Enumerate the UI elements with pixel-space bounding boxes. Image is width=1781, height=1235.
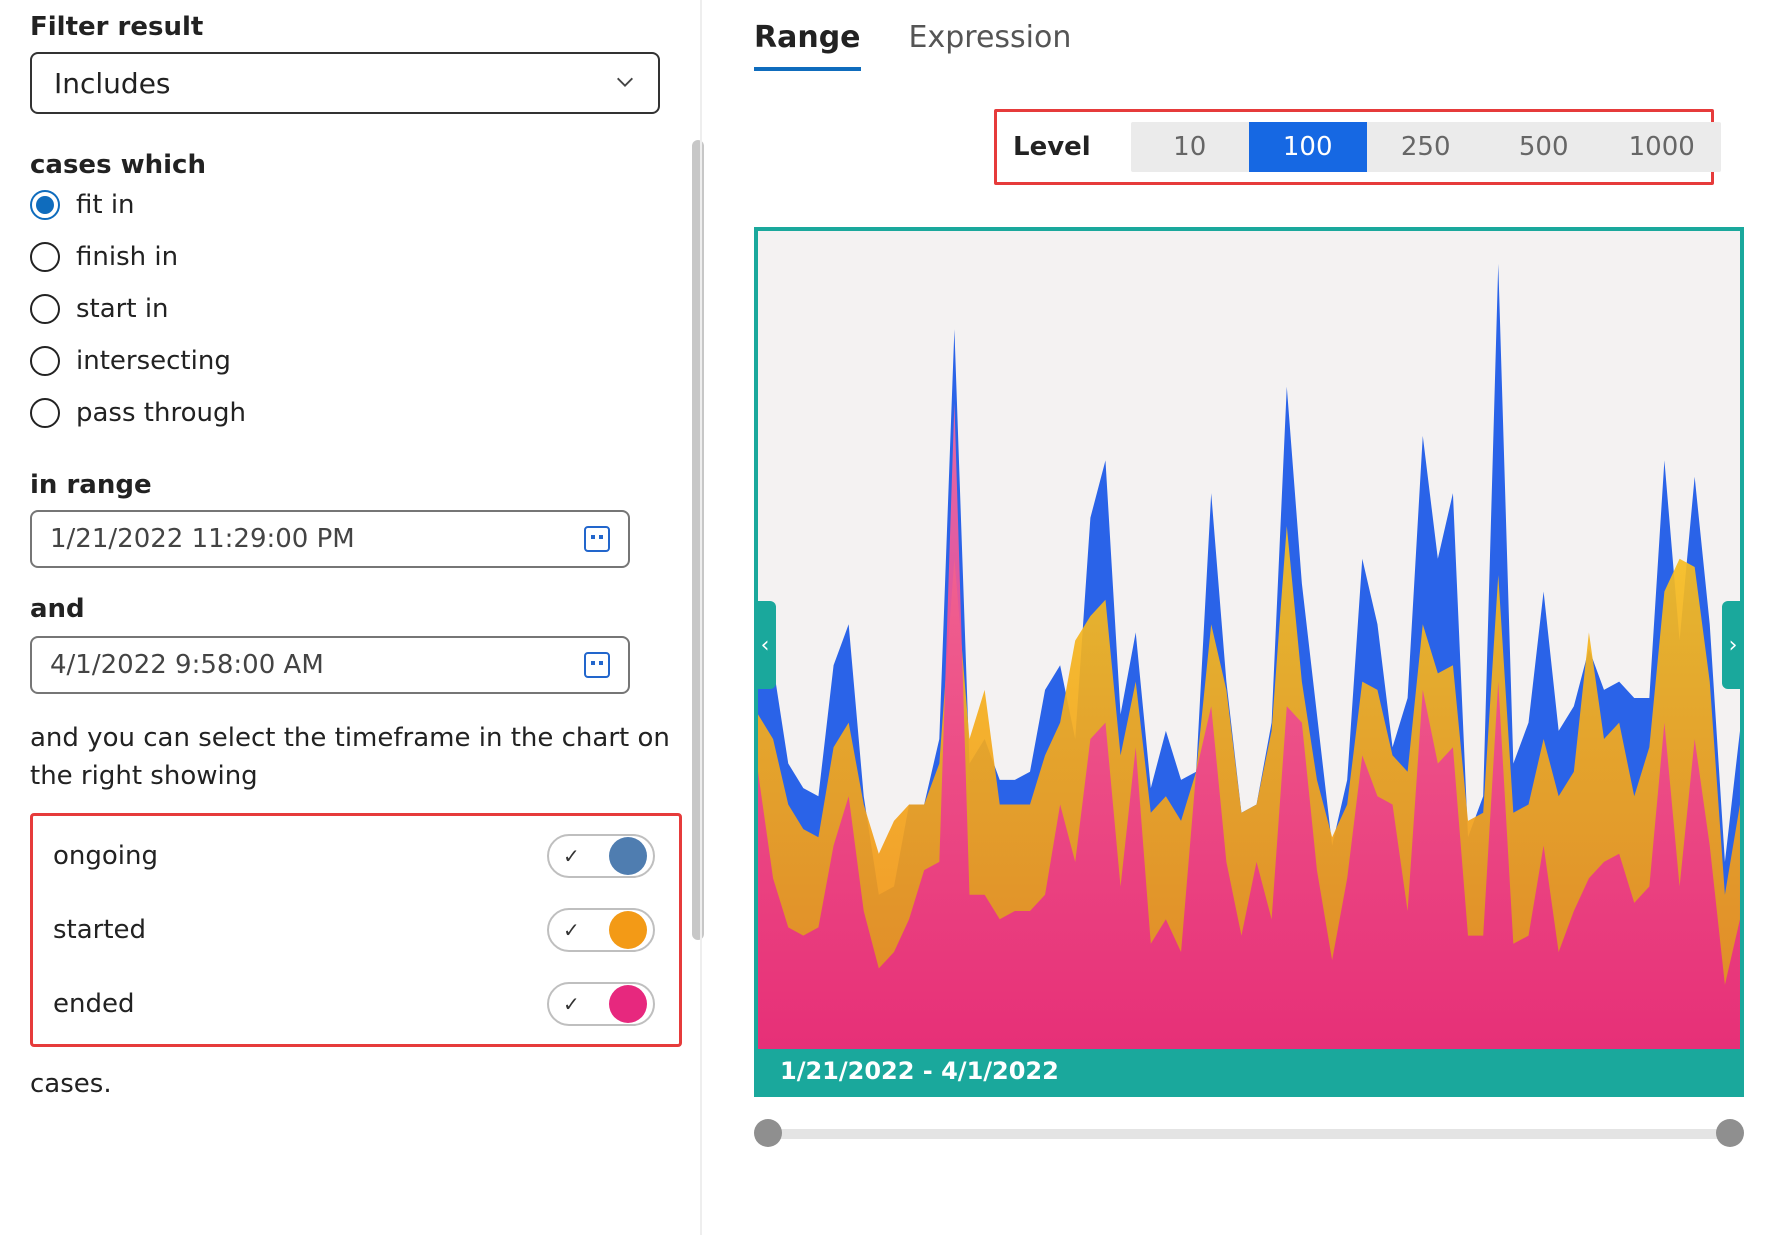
check-icon: ✓ (555, 992, 580, 1016)
legend-row-ended: ended ✓ (41, 982, 655, 1026)
chevron-down-icon (614, 67, 636, 100)
cases-which-label: cases which (30, 150, 670, 180)
range-handle-left[interactable]: ‹ (754, 601, 776, 689)
tabs: Range Expression (754, 20, 1753, 71)
range-start-value: 1/21/2022 11:29:00 PM (50, 524, 355, 554)
level-strip: Level 101002505001000 (994, 109, 1714, 185)
and-label: and (30, 594, 670, 624)
range-track (768, 1129, 1730, 1139)
radio-label: start in (76, 294, 169, 324)
calendar-icon[interactable] (584, 526, 610, 552)
check-icon: ✓ (555, 918, 580, 942)
legend-label: started (53, 915, 146, 945)
range-end-input[interactable]: 4/1/2022 9:58:00 AM (30, 636, 630, 694)
chart-area (758, 231, 1740, 1094)
radio-circle-icon (30, 242, 60, 272)
level-btn-250[interactable]: 250 (1367, 122, 1485, 172)
radio-label: intersecting (76, 346, 231, 376)
toggle-knob (609, 911, 647, 949)
filter-result-value: Includes (54, 67, 171, 100)
check-icon: ✓ (555, 844, 580, 868)
filter-result-select[interactable]: Includes (30, 52, 660, 114)
level-btn-1000[interactable]: 1000 (1603, 122, 1721, 172)
toggle-knob (609, 837, 647, 875)
chart-footer: 1/21/2022 - 4/1/2022 (758, 1049, 1740, 1093)
level-label: Level (1013, 132, 1091, 162)
legend-row-started: started ✓ (41, 908, 655, 952)
radio-circle-icon (30, 398, 60, 428)
range-end-value: 4/1/2022 9:58:00 AM (50, 650, 324, 680)
legend-row-ongoing: ongoing ✓ (41, 834, 655, 878)
level-btn-500[interactable]: 500 (1485, 122, 1603, 172)
filter-result-label: Filter result (30, 12, 670, 42)
radio-circle-icon (30, 190, 60, 220)
cases-tail: cases. (30, 1069, 670, 1099)
toggle-started[interactable]: ✓ (547, 908, 655, 952)
radio-circle-icon (30, 346, 60, 376)
radio-label: finish in (76, 242, 178, 272)
level-btn-100[interactable]: 100 (1249, 122, 1367, 172)
toggle-ongoing[interactable]: ✓ (547, 834, 655, 878)
radio-pass-through[interactable]: pass through (30, 398, 670, 428)
range-knob-left[interactable] (754, 1119, 782, 1147)
cases-which-radio-group: fit in finish in start in intersecting pass … (30, 190, 670, 428)
legend-box: ongoing ✓ started ✓ ended ✓ (30, 813, 682, 1047)
radio-fit-in[interactable]: fit in (30, 190, 670, 220)
level-buttons: 101002505001000 (1131, 122, 1721, 172)
range-handle-right[interactable]: › (1722, 601, 1744, 689)
radio-finish-in[interactable]: finish in (30, 242, 670, 272)
legend-label: ongoing (53, 841, 158, 871)
radio-label: pass through (76, 398, 246, 428)
in-range-label: in range (30, 470, 670, 500)
level-btn-10[interactable]: 10 (1131, 122, 1249, 172)
legend-label: ended (53, 989, 134, 1019)
range-slider[interactable] (754, 1119, 1744, 1147)
toggle-ended[interactable]: ✓ (547, 982, 655, 1026)
radio-start-in[interactable]: start in (30, 294, 670, 324)
toggle-knob (609, 985, 647, 1023)
radio-label: fit in (76, 190, 135, 220)
tab-range[interactable]: Range (754, 20, 861, 71)
range-start-input[interactable]: 1/21/2022 11:29:00 PM (30, 510, 630, 568)
calendar-icon[interactable] (584, 652, 610, 678)
range-knob-right[interactable] (1716, 1119, 1744, 1147)
radio-intersecting[interactable]: intersecting (30, 346, 670, 376)
tab-expression[interactable]: Expression (909, 20, 1072, 71)
radio-circle-icon (30, 294, 60, 324)
timeframe-help-text: and you can select the timeframe in the … (30, 720, 670, 795)
chart-frame[interactable]: ‹ › 1/21/2022 - 4/1/2022 (754, 227, 1744, 1097)
